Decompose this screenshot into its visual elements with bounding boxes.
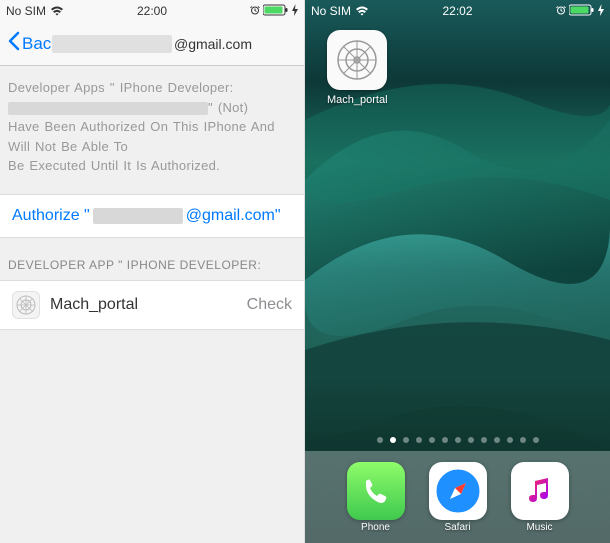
phone-icon xyxy=(347,462,405,520)
page-dot xyxy=(507,437,513,443)
app-name-label: Mach_portal xyxy=(50,296,138,314)
back-button[interactable]: Back xyxy=(22,34,60,54)
dock-label: Music xyxy=(511,522,569,533)
dock-label: Phone xyxy=(347,522,405,533)
redacted-email-prefix xyxy=(52,35,172,53)
status-bar: No SIM 22:02 xyxy=(305,0,610,22)
page-dot xyxy=(494,437,500,443)
dock-app-safari[interactable]: Safari xyxy=(429,462,487,533)
section-header: DEVELOPER APP " IPHONE DEVELOPER: xyxy=(0,238,304,280)
page-dot xyxy=(442,437,448,443)
dock-label: Safari xyxy=(429,522,487,533)
page-indicator[interactable] xyxy=(305,437,610,443)
settings-profile-screen: No SIM 22:00 Back @gmail.com xyxy=(0,0,305,543)
redacted-developer-name xyxy=(8,102,208,115)
app-label: Mach_portal xyxy=(327,94,388,106)
app-status-label: Check xyxy=(247,296,292,314)
status-bar: No SIM 22:00 xyxy=(0,0,304,22)
page-dot xyxy=(416,437,422,443)
authorize-button[interactable]: Authorize " @gmail.com" xyxy=(0,194,304,238)
page-dot xyxy=(520,437,526,443)
dock: Phone Safari Music xyxy=(305,451,610,543)
safari-icon xyxy=(429,462,487,520)
app-mach-portal[interactable]: Mach_portal xyxy=(327,30,388,106)
page-dot xyxy=(455,437,461,443)
developer-info-text: Developer Apps " IPhone Developer: " (No… xyxy=(0,66,304,194)
redacted-email-prefix xyxy=(93,208,183,224)
page-dot xyxy=(481,437,487,443)
page-dot xyxy=(377,437,383,443)
dock-app-phone[interactable]: Phone xyxy=(347,462,405,533)
back-chevron-icon[interactable] xyxy=(8,30,20,58)
time-label: 22:02 xyxy=(305,4,610,18)
mach-portal-icon xyxy=(327,30,387,90)
page-dot xyxy=(468,437,474,443)
page-dot-active xyxy=(390,437,396,443)
app-mini-icon xyxy=(12,291,40,319)
page-dot xyxy=(403,437,409,443)
dock-app-music[interactable]: Music xyxy=(511,462,569,533)
nav-bar: Back @gmail.com xyxy=(0,22,304,66)
time-label: 22:00 xyxy=(0,4,304,18)
app-row[interactable]: Mach_portal Check xyxy=(0,280,304,330)
page-title: @gmail.com xyxy=(174,36,252,52)
page-dot xyxy=(429,437,435,443)
page-dot xyxy=(533,437,539,443)
home-screen: No SIM 22:02 Mach_portal xyxy=(305,0,610,543)
music-icon xyxy=(511,462,569,520)
